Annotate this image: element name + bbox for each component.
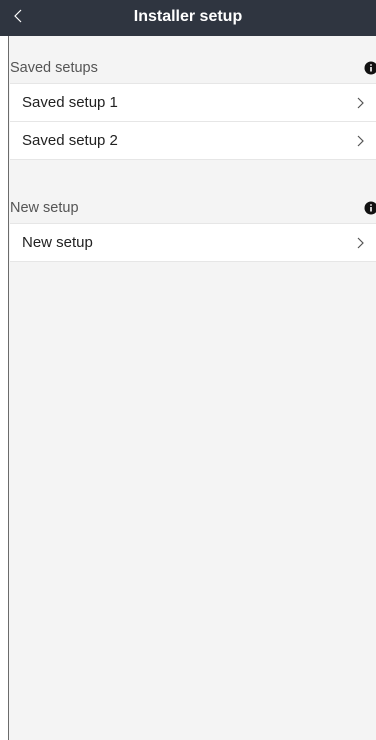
chevron-right-icon [356,236,366,250]
chevron-right-icon [356,134,366,148]
section-header-new-setup: New setup [10,193,376,223]
chevron-right-icon [356,96,366,110]
section-header-label: New setup [10,200,79,216]
navigation-bar: Installer setup [0,0,376,36]
list-item-saved-setup-2[interactable]: Saved setup 2 [10,122,376,160]
list-item-new-setup[interactable]: New setup [10,224,376,262]
installer-setup-screen: Installer setup Saved setups Saved setup… [0,0,376,740]
new-setup-list: New setup [10,223,376,262]
info-icon[interactable] [364,201,376,215]
info-icon[interactable] [364,61,376,75]
list-item-label: Saved setup 1 [22,94,118,111]
section-header-label: Saved setups [10,60,98,76]
saved-setups-list: Saved setup 1 Saved setup 2 [10,83,376,160]
page-title: Installer setup [133,8,243,25]
list-item-label: New setup [22,234,93,251]
left-edge-divider [0,0,9,740]
section-header-saved-setups: Saved setups [10,53,376,83]
list-item-label: Saved setup 2 [22,132,118,149]
list-item-saved-setup-1[interactable]: Saved setup 1 [10,84,376,122]
